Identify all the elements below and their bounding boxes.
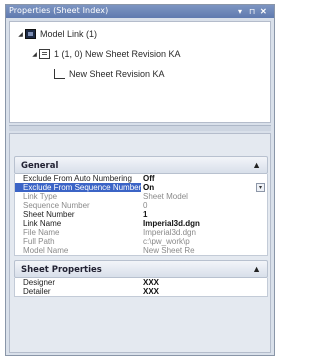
tree-item-sheet[interactable]: ◢ 1 (1, 0) New Sheet Revision KA <box>30 47 181 61</box>
panel-title: Properties (Sheet Index) <box>9 6 109 15</box>
property-row[interactable]: Model Name New Sheet Re <box>15 246 267 255</box>
property-row[interactable]: Sheet Number 1 <box>15 210 267 219</box>
property-row-selected[interactable]: Exclude From Sequence Number On ▾ <box>15 183 267 192</box>
chevron-up-icon[interactable]: ▲ <box>252 160 261 170</box>
property-value[interactable]: On <box>141 183 267 192</box>
property-row[interactable]: Exclude From Auto Numbering Off <box>15 174 267 183</box>
panel-title-bar[interactable]: Properties (Sheet Index) ▾ ⊓ ✕ <box>6 5 274 18</box>
property-row[interactable]: Link Name Imperial3d.dgn <box>15 219 267 228</box>
property-value: New Sheet Re <box>143 246 195 255</box>
property-key: Detailer <box>23 287 51 296</box>
collapse-arrow-icon[interactable]: ◢ <box>16 31 25 38</box>
property-value[interactable]: XXX <box>141 287 267 296</box>
collapse-arrow-icon[interactable]: ◢ <box>30 51 39 58</box>
sheet-index-tree: ◢ Model Link (1) ◢ 1 (1, 0) New Sheet Re… <box>9 21 271 123</box>
sheet-properties-rows: Designer XXX Detailer XXX <box>14 278 268 297</box>
property-key: Model Name <box>23 246 69 255</box>
general-rows: Exclude From Auto Numbering Off Exclude … <box>14 174 268 256</box>
tree-item-model-link[interactable]: ◢ Model Link (1) <box>16 27 97 41</box>
property-key: Link Name <box>23 219 62 228</box>
property-key: Sheet Number <box>23 210 75 219</box>
property-row[interactable]: File Name Imperial3d.dgn <box>15 228 267 237</box>
tree-item-label: 1 (1, 0) New Sheet Revision KA <box>54 49 181 59</box>
pin-icon[interactable]: ⊓ <box>249 6 255 17</box>
property-key: Exclude From Auto Numbering <box>23 174 132 183</box>
tree-item-label: New Sheet Revision KA <box>69 69 165 79</box>
property-value[interactable]: 1 <box>141 210 267 219</box>
property-value: c:\pw_work\p <box>143 237 190 246</box>
property-value: Imperial3d.dgn <box>143 228 196 237</box>
tree-item-label: Model Link (1) <box>40 29 98 39</box>
chevron-up-icon[interactable]: ▲ <box>252 264 261 274</box>
property-row[interactable]: Designer XXX <box>15 278 267 287</box>
splitter[interactable] <box>9 125 271 131</box>
tree-item-sheet-model[interactable]: New Sheet Revision KA <box>54 67 165 81</box>
property-value[interactable]: Off <box>141 174 267 183</box>
property-row[interactable]: Link Type Sheet Model <box>15 192 267 201</box>
property-key: Link Type <box>23 192 58 201</box>
section-sheet-properties-header[interactable]: Sheet Properties ▲ <box>14 260 268 278</box>
property-value: Sheet Model <box>143 192 188 201</box>
dropdown-arrow-icon[interactable]: ▾ <box>256 183 265 192</box>
section-title: General <box>21 161 59 171</box>
property-row[interactable]: Full Path c:\pw_work\p <box>15 237 267 246</box>
property-value[interactable]: Imperial3d.dgn <box>141 219 267 228</box>
section-general-header[interactable]: General ▲ <box>14 156 268 174</box>
property-value[interactable]: XXX <box>141 278 267 287</box>
panel-menu-dropdown-icon[interactable]: ▾ <box>238 6 242 17</box>
property-row[interactable]: Detailer XXX <box>15 287 267 296</box>
sheet-icon <box>39 49 50 59</box>
property-key: File Name <box>23 228 60 237</box>
property-grid: General ▲ Exclude From Auto Numbering Of… <box>9 133 271 353</box>
properties-panel: Properties (Sheet Index) ▾ ⊓ ✕ ◢ Model L… <box>5 4 275 356</box>
property-key: Full Path <box>23 237 55 246</box>
section-title: Sheet Properties <box>21 265 102 275</box>
property-key: Designer <box>23 278 56 287</box>
property-row[interactable]: Sequence Number 0 <box>15 201 267 210</box>
property-key: Exclude From Sequence Number <box>15 183 141 192</box>
model-link-icon <box>25 29 36 39</box>
property-value: 0 <box>143 201 148 210</box>
property-key: Sequence Number <box>23 201 90 210</box>
page-corner-icon <box>54 69 65 79</box>
close-icon[interactable]: ✕ <box>260 6 267 17</box>
